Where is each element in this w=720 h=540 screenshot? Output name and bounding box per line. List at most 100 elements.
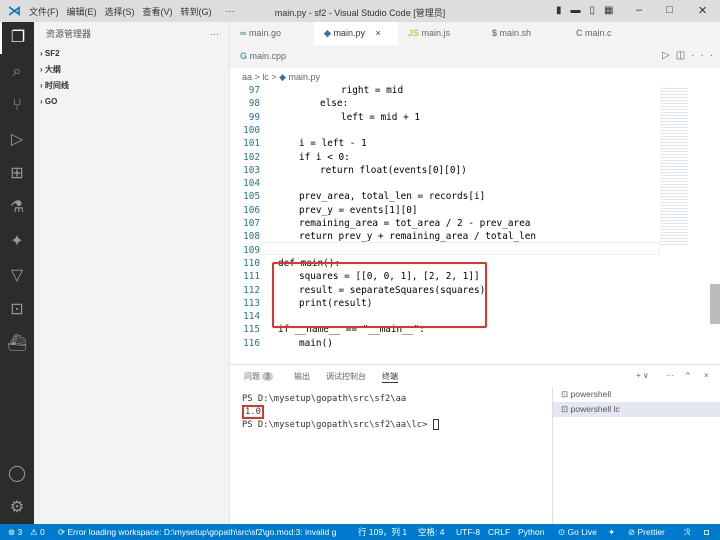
code-text: prev_area, total_len = records[i]: [299, 191, 486, 203]
account-icon[interactable]: ◯: [0, 458, 34, 490]
minimap[interactable]: [660, 86, 688, 246]
status-bar: ⊗ 3 ⚠ 0 ⟳ Error loading workspace: D:\my…: [0, 524, 720, 540]
line-number: 109: [243, 244, 260, 256]
layout-toggle-icons[interactable]: ▮▬▯▦: [556, 5, 622, 16]
close-tab-icon[interactable]: ×: [375, 28, 380, 38]
extensions-icon[interactable]: ⊞: [0, 158, 34, 190]
line-number: 98: [248, 98, 260, 110]
testing-icon[interactable]: ⚗: [0, 192, 34, 224]
tab-main-go[interactable]: ∞ main.go: [230, 22, 302, 45]
tab-main-py[interactable]: ◆ main.py ×: [314, 22, 398, 45]
explorer-sidebar: 资源管理器 ··· › SF2 › 大纲 › 时间线 › GO: [34, 22, 230, 524]
terminal-item[interactable]: ⊡ powershell: [553, 387, 720, 402]
menu-view[interactable]: 查看(V): [143, 5, 173, 18]
go-live-button[interactable]: ⊙ Go Live: [558, 524, 597, 540]
file-type-icon: G: [240, 51, 248, 61]
code-text: left = mid + 1: [341, 111, 421, 123]
cursor-position[interactable]: 行 109，列 1: [358, 524, 407, 540]
errors-count[interactable]: ⊗ 3: [8, 524, 22, 540]
line-number: 113: [243, 297, 260, 309]
code-text: if i < 0:: [299, 151, 350, 163]
line-number: 99: [248, 111, 260, 123]
new-terminal-button[interactable]: + ∨: [636, 371, 649, 380]
tab-main-c[interactable]: C main.c: [566, 22, 650, 45]
line-number: 103: [243, 164, 260, 176]
source-control-icon[interactable]: ⑂: [0, 90, 34, 122]
search-icon[interactable]: ⌕: [0, 56, 34, 88]
tab-problems[interactable]: 问题 3: [244, 371, 273, 382]
terminal-output[interactable]: PS D:\mysetup\gopath\src\sf2\aa 1.0 PS D…: [242, 393, 439, 432]
editor-actions[interactable]: ▷◫···: [662, 50, 719, 61]
section-go[interactable]: › GO: [34, 94, 229, 110]
docker-explorer-icon[interactable]: ⊡: [0, 294, 34, 326]
line-number: 107: [243, 218, 260, 229]
code-line: 107 remaining_area = tot_area / 2 - prev_…: [230, 217, 660, 231]
line-highlight: [260, 242, 660, 255]
line-number: 112: [243, 284, 260, 296]
indentation[interactable]: 空格: 4: [418, 524, 444, 540]
file-type-icon: C: [576, 28, 583, 38]
tab-label: main.py: [333, 28, 365, 38]
terminal-item-active[interactable]: ⊡ powershell lc: [553, 402, 720, 417]
warnings-count[interactable]: ⚠ 0: [30, 524, 45, 540]
docker-icon[interactable]: ⛴: [0, 328, 34, 360]
menu-go[interactable]: 转到(G): [181, 5, 212, 18]
settings-gear-icon[interactable]: ⚙: [0, 492, 34, 524]
bottom-panel: 问题 3 输出 调试控制台 终端 + ∨ ··· ^ × PS D:\myset…: [230, 364, 720, 525]
maximize-button[interactable]: □: [666, 4, 673, 16]
feedback-icon[interactable]: ℛ: [684, 524, 691, 540]
code-line: 105 prev_area, total_len = records[i]: [230, 190, 660, 204]
tab-main-js[interactable]: JS main.js: [398, 22, 482, 45]
tab-main-sh[interactable]: $ main.sh: [482, 22, 566, 45]
code-line: 102 if i < 0:: [230, 151, 660, 165]
menu-selection[interactable]: 选择(S): [105, 5, 135, 18]
close-panel-button[interactable]: ×: [704, 371, 709, 380]
status-message[interactable]: ⟳ Error loading workspace: D:\mysetup\go…: [58, 524, 336, 540]
remote-icon[interactable]: ✦: [0, 226, 34, 258]
close-button[interactable]: ✕: [698, 4, 707, 17]
line-ending[interactable]: CRLF: [488, 524, 510, 540]
activity-bar: ❐ ⌕ ⑂ ▷ ⊞ ⚗ ✦ ▽ ⊡ ⛴ ◯ ⚙: [0, 22, 34, 524]
explorer-title: 资源管理器: [46, 29, 92, 39]
maximize-panel-button[interactable]: ^: [686, 371, 690, 380]
section-timeline[interactable]: › 时间线: [34, 78, 229, 94]
file-type-icon: JS: [408, 28, 420, 38]
run-debug-icon[interactable]: ▷: [0, 124, 34, 156]
terminal-line: PS D:\mysetup\gopath\src\sf2\aa: [242, 394, 407, 404]
panel-more-button[interactable]: ···: [666, 371, 674, 380]
tab-main-cpp[interactable]: G main.cpp: [230, 45, 314, 68]
highlight-box-main: [272, 262, 487, 328]
minimize-button[interactable]: –: [636, 4, 642, 16]
menu-edit[interactable]: 编辑(E): [67, 5, 97, 18]
code-line: 97 right = mid: [230, 84, 660, 98]
remote-status-icon[interactable]: ✦: [608, 524, 615, 540]
line-number: 100: [243, 124, 260, 136]
tab-terminal[interactable]: 终端: [382, 371, 398, 383]
section-sf2[interactable]: › SF2: [34, 46, 229, 62]
tab-output[interactable]: 输出: [294, 371, 310, 382]
code-line: 98 else:: [230, 97, 660, 111]
explorer-more-button[interactable]: ···: [210, 22, 219, 46]
prettier-status[interactable]: ⊘ Prettier: [628, 524, 665, 540]
tab-label: main.go: [248, 28, 281, 38]
line-number: 114: [243, 311, 260, 323]
code-line: 103 return float(events[0][0]): [230, 164, 660, 178]
tab-debug-console[interactable]: 调试控制台: [326, 371, 366, 382]
code-text: main(): [299, 337, 333, 349]
file-type-icon: ◆: [324, 28, 331, 38]
line-number: 102: [243, 151, 260, 163]
menu-more[interactable]: ···: [226, 6, 235, 16]
explorer-icon[interactable]: ❐: [0, 22, 34, 54]
editor-scrollbar[interactable]: [710, 284, 720, 324]
language-mode[interactable]: Python: [518, 524, 544, 540]
gitlens-icon[interactable]: ▽: [0, 260, 34, 292]
menu-file[interactable]: 文件(F): [29, 5, 59, 18]
terminal-result: 1.0: [242, 405, 264, 419]
vscode-logo-icon: ⋊: [8, 3, 21, 18]
notifications-icon[interactable]: ◘: [704, 524, 709, 540]
problem-count-badge: 3: [262, 372, 273, 381]
code-text: return float(events[0][0]): [320, 164, 467, 176]
line-number: 115: [243, 324, 260, 336]
encoding[interactable]: UTF-8: [456, 524, 480, 540]
section-outline[interactable]: › 大纲: [34, 62, 229, 78]
